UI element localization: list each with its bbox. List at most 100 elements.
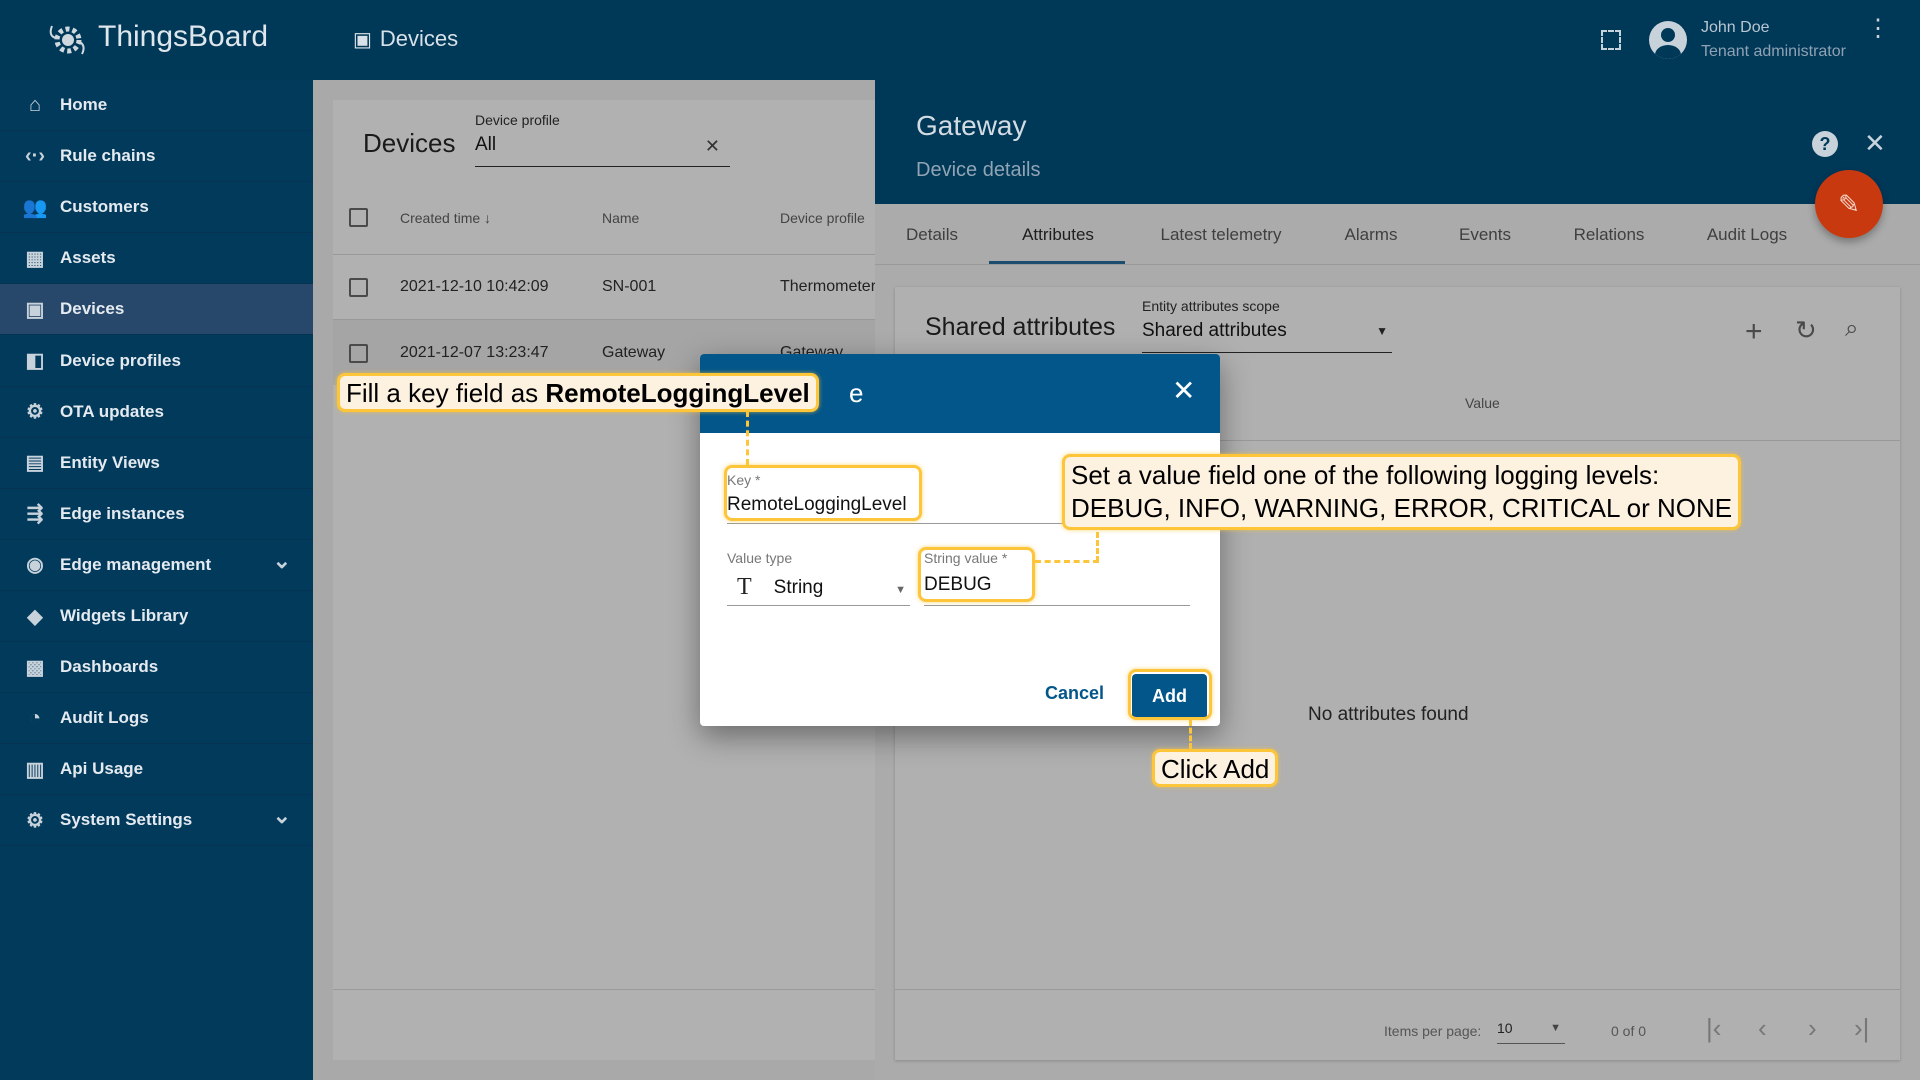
- row-checkbox[interactable]: [349, 278, 368, 297]
- api-usage-icon: ▥: [25, 758, 45, 781]
- search-icon[interactable]: ⌕: [1845, 317, 1858, 341]
- column-label: Created time: [400, 210, 481, 226]
- sidebar-item-label: Edge instances: [60, 503, 185, 523]
- page-range: 0 of 0: [1611, 1023, 1647, 1039]
- tab-latest-telemetry[interactable]: Latest telemetry: [1161, 225, 1282, 245]
- more-menu-icon[interactable]: ⋮: [1866, 17, 1890, 41]
- sort-arrow-down-icon: ↓: [484, 210, 492, 226]
- sidebar-item-devices[interactable]: ▣ Devices: [0, 284, 313, 336]
- items-per-page-value: 10: [1497, 1020, 1513, 1036]
- sidebar-item-system-settings[interactable]: ⚙ System Settings ⌄: [0, 795, 313, 847]
- device-profile-value: All: [475, 134, 497, 155]
- connector-line: [746, 411, 749, 465]
- sidebar-item-dashboards[interactable]: ▩ Dashboards: [0, 642, 313, 694]
- pencil-icon: ✎: [1838, 189, 1860, 219]
- callout-text: Set a value field one of the following l…: [1071, 460, 1660, 490]
- sidebar-item-widgets-library[interactable]: ◆ Widgets Library: [0, 591, 313, 642]
- last-page-icon[interactable]: ›|: [1854, 1015, 1869, 1041]
- column-device-profile[interactable]: Device profile: [780, 210, 865, 226]
- device-profile-label: Device profile: [475, 112, 560, 128]
- sidebar-item-rule-chains[interactable]: ‹·› Rule chains: [0, 131, 313, 183]
- callout-value: Set a value field one of the following l…: [1062, 454, 1742, 530]
- dashboards-icon: ▩: [25, 656, 45, 679]
- previous-page-icon[interactable]: ‹: [1758, 1015, 1767, 1041]
- audit-logs-icon: ◔: [28, 706, 42, 729]
- tab-audit-logs[interactable]: Audit Logs: [1707, 225, 1787, 245]
- avatar[interactable]: [1649, 21, 1687, 59]
- row-checkbox[interactable]: [349, 344, 368, 363]
- value-type-select[interactable]: Value type T String ▼: [727, 550, 910, 606]
- chevron-down-icon[interactable]: ⌄: [273, 803, 291, 829]
- devices-title: Devices: [363, 128, 456, 158]
- chevron-down-icon[interactable]: ⌄: [273, 548, 291, 574]
- fullscreen-icon[interactable]: [1601, 30, 1621, 50]
- connector-line: [1189, 720, 1192, 749]
- dropdown-arrow-icon: ▼: [1376, 324, 1388, 338]
- devices-icon: ▣: [25, 298, 45, 321]
- sidebar-item-edge-instances[interactable]: ⇶ Edge instances: [0, 489, 313, 540]
- sidebar-item-home[interactable]: ⌂ Home: [0, 80, 313, 131]
- sidebar-item-device-profiles[interactable]: ◧ Device profiles: [0, 336, 313, 387]
- cell-created: 2021-12-10 10:42:09: [400, 278, 549, 295]
- close-dialog-icon[interactable]: ✕: [1172, 374, 1195, 407]
- sidebar-item-label: Dashboards: [60, 657, 159, 677]
- sidebar-item-assets[interactable]: ▦ Assets: [0, 233, 313, 285]
- sidebar-item-entity-views[interactable]: ▤ Entity Views: [0, 438, 313, 489]
- sidebar-item-api-usage[interactable]: ▥ Api Usage: [0, 744, 313, 796]
- table-row[interactable]: 2021-12-10 10:42:09 SN-001 Thermometer: [333, 255, 893, 320]
- sidebar-item-label: Api Usage: [60, 759, 144, 779]
- column-created-time[interactable]: Created time ↓: [400, 210, 491, 226]
- sidebar-item-label: Devices: [60, 299, 125, 319]
- scope-select[interactable]: Shared attributes ▼: [1142, 320, 1392, 353]
- dialog-title: e: [849, 378, 864, 408]
- cancel-button[interactable]: Cancel: [1045, 683, 1104, 704]
- callout-text: Fill a key field as: [346, 378, 546, 408]
- page-title: ▣ Devices: [353, 26, 458, 52]
- page-title-text: Devices: [379, 26, 459, 51]
- top-bar: ThingsBoard ▣ Devices John Doe Tenant ad…: [0, 0, 1920, 80]
- scope-label: Entity attributes scope: [1142, 298, 1280, 314]
- value-column-header: Value: [1465, 395, 1500, 411]
- details-title: Gateway: [916, 110, 1027, 141]
- rule-chains-icon: ‹·›: [25, 144, 45, 167]
- refresh-icon[interactable]: ↻: [1795, 317, 1817, 343]
- settings-icon: ⚙: [26, 809, 44, 832]
- items-per-page-select[interactable]: 10 ▼: [1497, 1020, 1565, 1044]
- sidebar-item-edge-management[interactable]: ◉ Edge management ⌄: [0, 540, 313, 591]
- tab-attributes[interactable]: Attributes: [1022, 225, 1094, 245]
- tab-alarms[interactable]: Alarms: [1345, 225, 1398, 245]
- tab-relations[interactable]: Relations: [1574, 225, 1645, 245]
- edit-fab-button[interactable]: ✎: [1815, 170, 1883, 238]
- scope-value: Shared attributes: [1142, 320, 1287, 341]
- callout-key: Fill a key field as RemoteLoggingLevel: [337, 373, 819, 412]
- sidebar-item-audit-logs[interactable]: ◔ Audit Logs: [0, 693, 313, 745]
- dropdown-arrow-icon: ▼: [1550, 1022, 1561, 1034]
- tab-events[interactable]: Events: [1459, 225, 1511, 245]
- add-icon[interactable]: +: [1745, 317, 1763, 347]
- close-details-icon[interactable]: ✕: [1864, 128, 1886, 159]
- home-icon: ⌂: [28, 93, 42, 116]
- sidebar-item-label: Widgets Library: [60, 606, 189, 625]
- value-type-label: Value type: [727, 550, 793, 566]
- callout-text: Click Add: [1161, 754, 1270, 784]
- callout-add: Click Add: [1152, 749, 1279, 787]
- user-name: John Doe: [1701, 19, 1770, 36]
- sidebar-item-customers[interactable]: 👥 Customers: [0, 182, 313, 234]
- first-page-icon[interactable]: |‹: [1706, 1015, 1721, 1041]
- callout-text: DEBUG, INFO, WARNING, ERROR, CRITICAL or…: [1071, 493, 1733, 523]
- device-profile-filter[interactable]: All ✕: [475, 134, 730, 167]
- details-header: Gateway Device details ? ✕: [875, 80, 1920, 204]
- add-button-highlight: [1128, 669, 1212, 720]
- tab-details[interactable]: Details: [906, 225, 958, 245]
- clear-icon[interactable]: ✕: [705, 136, 720, 157]
- devices-icon: ▣: [353, 28, 372, 51]
- sidebar-item-ota-updates[interactable]: ⚙ OTA updates: [0, 387, 313, 438]
- cell-name: Gateway: [602, 344, 666, 361]
- select-all-checkbox[interactable]: [349, 208, 368, 227]
- app-name[interactable]: ThingsBoard: [98, 20, 268, 54]
- section-title: Shared attributes: [925, 313, 1116, 341]
- next-page-icon[interactable]: ›: [1808, 1015, 1817, 1041]
- column-name[interactable]: Name: [602, 210, 639, 226]
- sidebar-item-label: OTA updates: [60, 401, 164, 421]
- help-icon[interactable]: ?: [1812, 131, 1838, 157]
